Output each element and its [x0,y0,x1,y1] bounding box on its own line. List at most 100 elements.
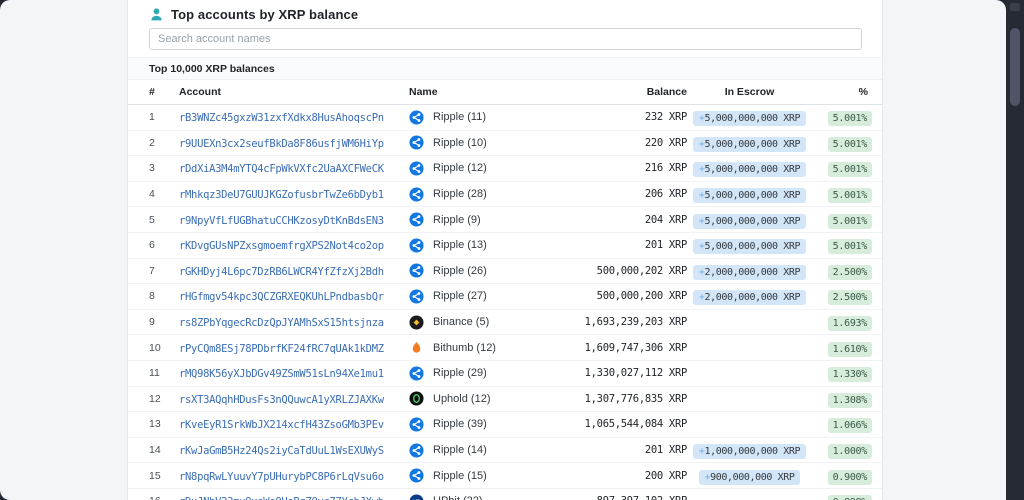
balance-cell: 1,693,239,203 XRP [584,316,688,329]
table-row: 9 rs8ZPbYqgecRcDzQpJYAMhSxS15htsjnza Bin… [128,309,882,336]
table-row: 3 rDdXiA3M4mYTQ4cFpWkVXfc2UaAXCFWeCK Rip… [128,156,882,182]
escrow-badge: +1,000,000,000 XRP [692,444,807,460]
balance-cell: 1,065,544,084 XRP [584,418,688,431]
percent-badge: 5.001% [827,111,872,127]
table-row: 16 rDxJNbV23mu9xsWoQHoBqZQvc77YcbJXwb UP… [128,488,882,500]
name-cell: Ripple (9) [409,212,569,227]
page-background: Top accounts by XRP balance Top 10,000 X… [0,0,1006,500]
account-cell: rHGfmgv54kpc3QCZGRXEQKUhLPndbasbQr [179,287,409,305]
percent-badge: 0.900% [827,469,872,485]
name-cell: Bithumb (12) [409,340,569,355]
search-wrap [149,28,862,50]
escrow-badge: +5,000,000,000 XRP [692,239,807,255]
account-cell: rMQ98K56yXJbDGv49ZSmW51sLn94Xe1mu1 [179,364,409,382]
account-link[interactable]: rKDvgGUsNPZxsgmoemfrgXPS2Not4co2op [179,240,384,252]
name-cell: Ripple (14) [409,442,569,458]
account-link[interactable]: r9NpyVfLfUGBhatuCCHKzosyDtKnBdsEN3 [179,215,384,227]
rank-cell: 8 [149,290,155,303]
escrow-cell: +2,000,000,000 XRP [687,287,812,306]
percent-cell: 5.001% [812,211,872,229]
account-link[interactable]: rs8ZPbYqgecRcDzQpJYAMhSxS15htsjnza [179,317,384,329]
percent-badge: 1.000% [827,444,872,460]
percent-cell: 1.693% [812,313,872,332]
scrollbar-up-button[interactable] [1010,3,1020,11]
escrow-cell: +5,000,000,000 XRP [687,236,812,255]
account-cell: r9UUEXn3cx2seufBkDa8F86usfjWM6HiYp [179,134,409,152]
escrow-cell: +2,000,000,000 XRP [687,262,812,280]
percent-badge: 5.001% [827,136,872,152]
account-link[interactable]: rB3WNZc45gxzW31zxfXdkx8HusAhoqscPn [179,112,384,124]
rank-cell: 3 [149,162,155,175]
user-icon [149,7,164,22]
balance-cell: 201 XRP [644,239,687,252]
account-cell: rDdXiA3M4mYTQ4cFpWkVXfc2UaAXCFWeCK [179,159,409,177]
rank-cell: 6 [149,239,155,252]
account-link[interactable]: rPyCQm8ESj78PDbrfKF24fRC7qUAk1kDMZ [179,343,384,355]
account-name-label: Ripple (29) [433,367,487,380]
table-row: 14 rKwJaGmB5Hz24Qs2iyCaTdUuL1WsEXUWyS Ri… [128,437,882,464]
ripple-icon [409,366,424,381]
card-header: Top accounts by XRP balance [128,0,882,22]
account-name-label: Ripple (10) [433,136,487,149]
account-link[interactable]: rKveEyR1SrkWbJX214xcfH43ZsoGMb3PEv [179,419,384,431]
name-cell: Ripple (26) [409,263,569,278]
percent-cell: 1.308% [812,390,872,408]
percent-cell: 2.500% [812,262,872,280]
column-header-name: Name [409,86,438,98]
escrow-badge: +5,000,000,000 XRP [692,136,807,152]
rank-cell: 7 [149,264,155,277]
balance-cell: 204 XRP [644,213,687,226]
account-link[interactable]: rDdXiA3M4mYTQ4cFpWkVXfc2UaAXCFWeCK [179,163,384,175]
table-row: 13 rKveEyR1SrkWbJX214xcfH43ZsoGMb3PEv Ri… [128,412,882,438]
escrow-badge: +5,000,000,000 XRP [692,188,807,204]
percent-cell: 5.001% [812,185,872,204]
account-link[interactable]: rMhkqz3DeU7GUUJKGZofusbrTwZe6bDyb1 [179,189,384,201]
name-cell: Ripple (28) [409,187,569,202]
table-header-row: # Account Name Balance In Escrow % [128,80,882,105]
escrow-badge: +2,000,000,000 XRP [692,290,807,306]
ripple-icon [409,135,424,150]
account-name-label: Ripple (12) [433,162,487,175]
percent-badge: 2.500% [827,290,872,306]
account-link[interactable]: rsXT3AQqhHDusFs3nQQuwcA1yXRLZJAXKw [179,394,384,406]
account-link[interactable]: rHGfmgv54kpc3QCZGRXEQKUhLPndbasbQr [179,291,384,303]
percent-cell: 0.898% [812,492,872,500]
account-link[interactable]: rKwJaGmB5Hz24Qs2iyCaTdUuL1WsEXUWyS [179,445,384,457]
search-input[interactable] [149,28,862,50]
browser-scrollbar-track[interactable] [1006,0,1024,500]
page-title: Top accounts by XRP balance [171,7,359,22]
account-link[interactable]: rMQ98K56yXJbDGv49ZSmW51sLn94Xe1mu1 [179,368,384,380]
rank-cell: 11 [149,367,160,380]
percent-badge: 1.693% [827,316,872,332]
account-name-label: UPbit (22) [433,495,483,500]
escrow-badge: +5,000,000,000 XRP [692,162,807,178]
rank-cell: 16 [149,495,179,500]
percent-badge: 1.330% [827,367,872,383]
table-row: 11 rMQ98K56yXJbDGv49ZSmW51sLn94Xe1mu1 Ri… [128,360,882,387]
name-cell: Ripple (10) [409,135,569,150]
scrollbar-thumb[interactable] [1010,28,1020,106]
balance-cell: 1,330,027,112 XRP [584,367,688,380]
rank-cell: 14 [149,444,161,457]
column-header-percent: % [858,86,868,98]
escrow-cell: +5,000,000,000 XRP [687,108,812,127]
account-link[interactable]: r9UUEXn3cx2seufBkDa8F86usfjWM6HiYp [179,138,384,150]
account-name-label: Ripple (28) [433,188,487,201]
account-link[interactable]: rN8pqRwLYuuvY7pUHurybPC8P6rLqVsu6o [179,471,384,483]
ripple-icon [409,161,424,176]
binance-icon [409,315,424,330]
account-link[interactable]: rDxJNbV23mu9xsWoQHoBqZQvc77YcbJXwb [179,496,384,500]
escrow-badge: +2,000,000,000 XRP [692,264,807,280]
balance-cell: 500,000,202 XRP [596,264,688,277]
percent-cell: 5.001% [812,134,872,152]
account-link[interactable]: rGKHDyj4L6pc7DzRB6LWCR4YfZfzXj2Bdh [179,266,384,278]
percent-badge: 5.001% [827,188,872,204]
table-row: 6 rKDvgGUsNPZxsgmoemfrgXPS2Not4co2op Rip… [128,232,882,259]
ripple-icon [409,212,424,227]
table-row: 1 rB3WNZc45gxzW31zxfXdkx8HusAhoqscPn Rip… [128,105,882,131]
balance-cell: 232 XRP [644,111,687,124]
rank-cell: 12 [149,392,161,405]
name-cell: Binance (5) [409,315,569,330]
escrow-cell: +5,000,000,000 XRP [687,185,812,204]
percent-badge: 2.500% [827,264,872,280]
